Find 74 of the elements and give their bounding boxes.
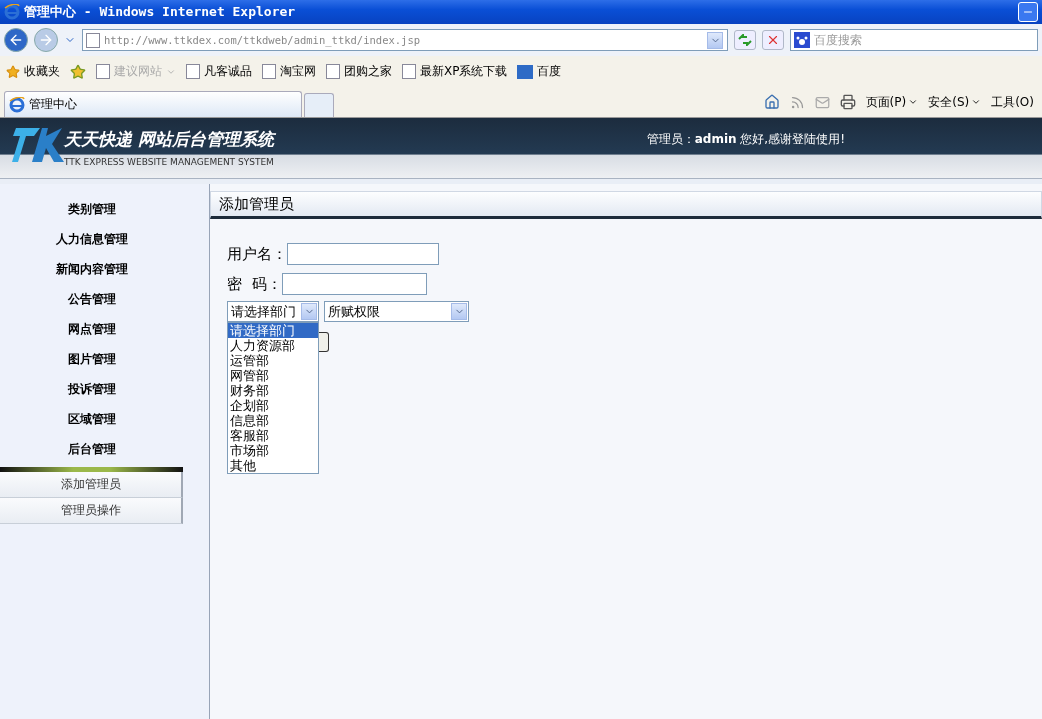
panel-title: 添加管理员: [210, 191, 1042, 219]
window-title: 管理中心 - Windows Internet Explorer: [24, 3, 297, 21]
caret-icon[interactable]: [707, 31, 723, 49]
refresh-button[interactable]: [734, 30, 756, 50]
caret-icon: [451, 303, 467, 320]
dropdown-option[interactable]: 其他: [228, 458, 318, 473]
star-icon: [6, 64, 20, 79]
sidebar-item[interactable]: 网点管理: [0, 314, 209, 344]
field-label: 用户名：: [227, 244, 287, 264]
command-menu[interactable]: 工具(O): [991, 93, 1034, 111]
rss-icon[interactable]: [789, 94, 805, 110]
favorites-button[interactable]: 收藏夹: [6, 63, 60, 80]
sidebar-item[interactable]: 新闻内容管理: [0, 254, 209, 284]
dropdown-option[interactable]: 人力资源部: [228, 338, 318, 353]
favorite-link[interactable]: 淘宝网: [262, 63, 316, 80]
dropdown-option[interactable]: 运管部: [228, 353, 318, 368]
sidebar-item[interactable]: 投诉管理: [0, 374, 209, 404]
page-icon: [402, 64, 416, 79]
page-icon: [86, 32, 100, 48]
dropdown-option[interactable]: 市场部: [228, 443, 318, 458]
site-title: 天天快递 网站后台管理系统: [64, 128, 274, 151]
sidebar-item[interactable]: 图片管理: [0, 344, 209, 374]
greeting-text: 管理员：admin 您好,感谢登陆使用!: [646, 131, 845, 148]
dropdown-option[interactable]: 请选择部门: [228, 323, 318, 338]
close-icon: [766, 33, 780, 47]
back-button[interactable]: [4, 28, 28, 52]
address-field[interactable]: http://www.ttkdex.com/ttkdweb/admin_ttkd/index.jsp: [82, 29, 728, 51]
page-icon: [186, 64, 200, 79]
favorite-link[interactable]: 百度: [517, 63, 562, 80]
arrows-icon: [738, 34, 752, 46]
dropdown-option[interactable]: 财务部: [228, 383, 318, 398]
minimize-button[interactable]: [1018, 2, 1038, 22]
home-icon[interactable]: [763, 94, 780, 110]
input-field[interactable]: [287, 243, 439, 265]
page-icon: [326, 64, 340, 79]
forward-button[interactable]: [34, 28, 58, 52]
field-label: 密 码：: [227, 274, 282, 294]
forward-arrow-icon: [38, 32, 54, 48]
submenu-item[interactable]: 添加管理员: [0, 472, 183, 498]
favorite-link[interactable]: 最新XP系统下载: [402, 63, 508, 80]
print-icon[interactable]: [839, 94, 856, 110]
department-select[interactable]: 请选择部门: [227, 301, 319, 322]
mail-icon[interactable]: [814, 94, 830, 110]
input-field[interactable]: [281, 273, 427, 295]
favorite-link[interactable]: 团购之家: [326, 63, 392, 80]
submenu-item[interactable]: 管理员操作: [0, 498, 183, 524]
favorite-link[interactable]: 凡客诚品: [186, 63, 252, 80]
caret-icon: [908, 97, 919, 107]
command-menu[interactable]: 安全(S): [928, 93, 982, 111]
new-tab-button[interactable]: [304, 93, 334, 117]
sidebar-item[interactable]: 区域管理: [0, 404, 209, 434]
paw-icon: [794, 32, 810, 48]
dropdown-option[interactable]: 网管部: [228, 368, 318, 383]
page-icon: [262, 64, 276, 79]
permission-select[interactable]: 所赋权限: [324, 301, 469, 322]
dropdown-option[interactable]: 企划部: [228, 398, 318, 413]
caret-icon: [301, 303, 317, 320]
stop-button[interactable]: [762, 30, 784, 50]
add-favorite-icon[interactable]: [70, 63, 86, 80]
page-icon: [96, 64, 110, 79]
ie-logo-icon: [9, 96, 25, 113]
dropdown-option[interactable]: 信息部: [228, 413, 318, 428]
sidebar-item[interactable]: 公告管理: [0, 284, 209, 314]
browser-tab[interactable]: 管理中心: [4, 91, 302, 117]
logo-drawing: [12, 126, 64, 164]
ie-logo-icon: [4, 4, 20, 20]
caret-icon: [971, 97, 982, 107]
site-subtitle: TTK EXPRESS WEBSITE MANAGEMENT SYSTEM: [64, 157, 274, 167]
sidebar-item[interactable]: 人力信息管理: [0, 224, 209, 254]
sidebar-item[interactable]: 后台管理: [0, 434, 209, 464]
sidebar-item[interactable]: 类别管理: [0, 194, 209, 224]
pc-logo-icon: [517, 64, 534, 79]
dropdown-option[interactable]: 客服部: [228, 428, 318, 443]
command-menu[interactable]: 页面(P): [865, 93, 919, 111]
